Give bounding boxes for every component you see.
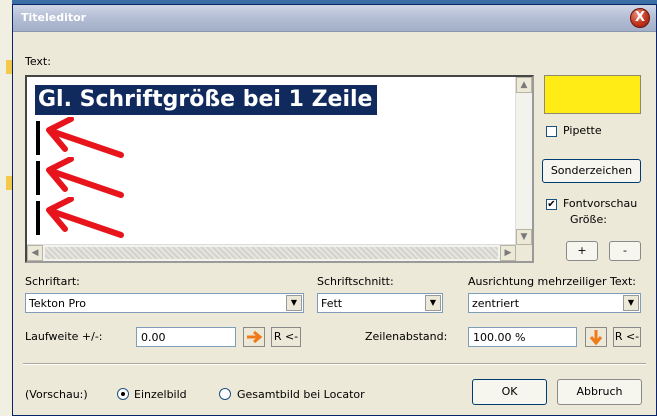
- reset-label: R <-: [273, 330, 299, 343]
- empty-line-caret: [36, 201, 40, 235]
- line-spacing-arrow-button[interactable]: [585, 327, 607, 347]
- checkmark-icon: ✔: [547, 199, 556, 210]
- text-color-swatch[interactable]: [544, 75, 641, 114]
- ok-label: OK: [501, 385, 518, 398]
- close-button[interactable]: X: [630, 8, 650, 28]
- window-title: Titeleditor: [21, 11, 87, 24]
- minus-icon: -: [623, 244, 627, 257]
- title-text-line-1: Gl. Schriftgröße bei 1 Zeile: [35, 85, 378, 115]
- special-characters-button[interactable]: Sonderzeichen: [542, 159, 641, 183]
- scroll-left-icon[interactable]: ◀: [27, 245, 43, 261]
- font-family-select[interactable]: Tekton Pro ▼: [25, 293, 304, 313]
- line-spacing-value: 100.00 %: [473, 331, 526, 344]
- radio-full-frame-locator[interactable]: [219, 388, 231, 400]
- right-arrow-icon: [247, 330, 263, 344]
- font-style-label: Schriftschnitt:: [317, 275, 394, 288]
- empty-line-caret: [36, 121, 40, 155]
- vertical-scrollbar[interactable]: ▲ ▼: [515, 77, 532, 245]
- empty-line-caret: [36, 161, 40, 195]
- font-preview-label: Fontvorschau: [563, 197, 638, 210]
- titeleditor-dialog: Titeleditor X Text: Gl. Schriftgröße bei…: [12, 4, 657, 416]
- pipette-label: Pipette: [563, 124, 602, 137]
- scrollbar-corner: [516, 245, 532, 261]
- plus-icon: +: [577, 244, 587, 257]
- size-increase-button[interactable]: +: [566, 241, 598, 261]
- tracking-reset-button[interactable]: R <-: [271, 327, 301, 347]
- tracking-value: 0.00: [141, 331, 166, 344]
- tracking-input[interactable]: 0.00: [136, 327, 236, 347]
- dropdown-arrow-icon[interactable]: ▼: [623, 295, 639, 311]
- desktop-background: [0, 0, 12, 416]
- scroll-track[interactable]: [45, 247, 498, 259]
- title-bar[interactable]: Titeleditor X: [13, 5, 656, 32]
- dropdown-arrow-icon[interactable]: ▼: [286, 295, 302, 311]
- close-icon: X: [634, 10, 646, 25]
- size-decrease-button[interactable]: -: [609, 241, 641, 261]
- cancel-label: Abbruch: [576, 385, 623, 398]
- preview-label: (Vorschau:): [25, 388, 88, 401]
- scroll-up-icon[interactable]: ▲: [516, 77, 532, 93]
- line-spacing-input[interactable]: 100.00 %: [468, 327, 577, 347]
- radio-single-frame-label: Einzelbild: [134, 388, 187, 401]
- font-style-select[interactable]: Fett ▼: [317, 293, 443, 313]
- special-characters-label: Sonderzeichen: [550, 164, 633, 177]
- line-spacing-reset-button[interactable]: R <-: [613, 327, 641, 347]
- cancel-button[interactable]: Abbruch: [557, 379, 642, 405]
- alignment-label: Ausrichtung mehrzeiliger Text:: [468, 275, 636, 288]
- dropdown-arrow-icon[interactable]: ▼: [425, 295, 441, 311]
- text-label: Text:: [25, 55, 51, 68]
- ok-button[interactable]: OK: [472, 379, 547, 405]
- radio-selected-dot: [121, 392, 125, 396]
- scroll-right-icon[interactable]: ▶: [500, 245, 516, 261]
- separator: [23, 363, 646, 365]
- down-arrow-icon: [589, 330, 603, 346]
- font-style-value: Fett: [321, 297, 343, 310]
- red-arrow-icon: [46, 197, 124, 238]
- radio-single-frame[interactable]: [117, 388, 129, 400]
- radio-full-frame-locator-label: Gesamtbild bei Locator: [237, 388, 365, 401]
- size-label: Größe:: [570, 213, 607, 226]
- pipette-checkbox[interactable]: [546, 126, 557, 137]
- title-text-editor[interactable]: Gl. Schriftgröße bei 1 Zeile ▲ ▼ ◀ ▶: [25, 75, 534, 263]
- alignment-value: zentriert: [472, 297, 520, 310]
- scroll-down-icon[interactable]: ▼: [516, 229, 532, 245]
- reset-label: R <-: [614, 330, 640, 343]
- tracking-label: Laufweite +/-:: [25, 330, 103, 343]
- font-family-label: Schriftart:: [25, 275, 80, 288]
- tracking-arrow-button[interactable]: [243, 327, 265, 347]
- alignment-select[interactable]: zentriert ▼: [468, 293, 641, 313]
- font-preview-checkbox[interactable]: ✔: [546, 199, 557, 210]
- font-family-value: Tekton Pro: [29, 297, 86, 310]
- horizontal-scrollbar[interactable]: ◀ ▶: [27, 244, 516, 261]
- line-spacing-label: Zeilenabstand:: [365, 330, 448, 343]
